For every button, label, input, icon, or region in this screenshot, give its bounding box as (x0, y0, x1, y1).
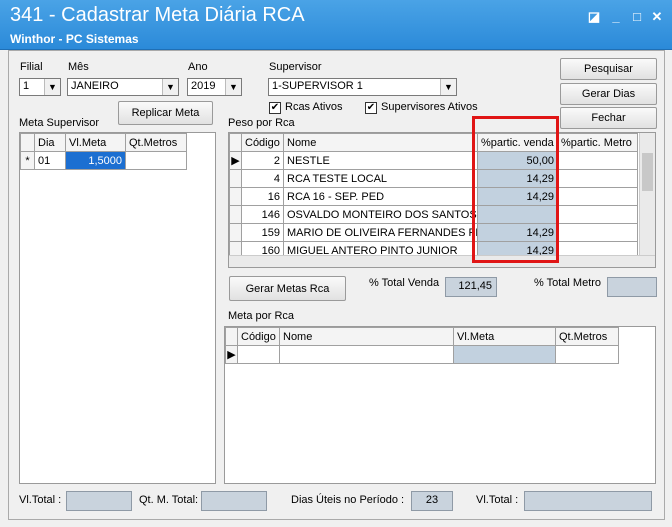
peso-por-rca-grid[interactable]: Código Nome %partic. venda %partic. Metr… (228, 132, 656, 268)
table-row[interactable]: 16 RCA 16 - SEP. PED 14,29 (229, 187, 638, 206)
table-row[interactable]: 4 RCA TESTE LOCAL 14,29 (229, 169, 638, 188)
ano-select[interactable]: 2019 ▼ (187, 78, 242, 96)
cell-partic-metro[interactable] (557, 151, 638, 170)
window-title: 341 - Cadastrar Meta Diária RCA (10, 4, 305, 26)
filial-select[interactable]: 1 ▼ (19, 78, 61, 96)
row-marker: * (20, 151, 35, 170)
cell-codigo[interactable]: 16 (241, 187, 284, 206)
mes-label: Mês (68, 61, 89, 73)
table-row[interactable]: ▶ 2 NESTLE 50,00 (229, 151, 638, 170)
cell-qt-metros[interactable] (125, 151, 187, 170)
qt-m-total-label: Qt. M. Total: (139, 494, 199, 506)
col-header-qt-metros[interactable]: Qt.Metros (125, 133, 187, 152)
cell-codigo[interactable] (237, 345, 280, 364)
cell-codigo[interactable]: 146 (241, 205, 284, 224)
replicar-meta-button[interactable]: Replicar Meta (118, 101, 213, 125)
pesquisar-button[interactable]: Pesquisar (560, 58, 657, 80)
supervisores-ativos-label: Supervisores Ativos (381, 101, 478, 113)
cell-dia[interactable]: 01 (34, 151, 66, 170)
col-header-codigo[interactable]: Código (241, 133, 284, 152)
col-header-partic-metro[interactable]: %partic. Metro (557, 133, 638, 152)
meta-supervisor-grid[interactable]: Dia Vl.Meta Qt.Metros * 01 1,5000 (19, 132, 216, 484)
dias-uteis-label: Dias Úteis no Período : (291, 494, 405, 506)
col-header-vl-meta[interactable]: Vl.Meta (453, 327, 556, 346)
grid-corner (229, 133, 242, 152)
col-header-vl-meta[interactable]: Vl.Meta (65, 133, 126, 152)
gerar-metas-rca-button[interactable]: Gerar Metas Rca (229, 276, 346, 301)
total-venda-field: 121,45 (445, 277, 497, 297)
total-venda-label: % Total Venda (369, 277, 440, 289)
vl-total2-label: Vl.Total : (476, 494, 519, 506)
vl-total-label: Vl.Total : (19, 494, 62, 506)
cell-codigo[interactable]: 159 (241, 223, 284, 242)
vl-total2-field (524, 491, 652, 511)
supervisor-select[interactable]: 1-SUPERVISOR 1 ▼ (268, 78, 457, 96)
meta-por-rca-title: Meta por Rca (228, 310, 295, 322)
row-pointer-icon: ▶ (229, 151, 242, 170)
col-header-nome[interactable]: Nome (283, 133, 478, 152)
supervisores-ativos-checkbox[interactable]: ✔ (365, 102, 377, 114)
highlight-box (472, 116, 559, 263)
mes-select[interactable]: JANEIRO ▼ (67, 78, 179, 96)
col-header-dia[interactable]: Dia (34, 133, 66, 152)
cell-nome[interactable] (279, 345, 454, 364)
filial-label: Filial (20, 61, 43, 73)
table-row[interactable]: 146 OSVALDO MONTEIRO DOS SANTOS (229, 205, 638, 224)
cell-codigo[interactable]: 2 (241, 151, 284, 170)
cell-vl-meta[interactable]: 1,5000 (65, 151, 126, 170)
dias-uteis-field: 23 (411, 491, 453, 511)
scroll-thumb[interactable] (642, 153, 653, 191)
supervisor-value: 1-SUPERVISOR 1 (272, 80, 363, 92)
table-row[interactable]: 159 MARIO DE OLIVEIRA FERNANDES FILHO 14… (229, 223, 638, 242)
restore-icon[interactable]: ◪ (587, 10, 601, 24)
chevron-down-icon[interactable]: ▼ (225, 79, 241, 95)
chevron-down-icon[interactable]: ▼ (440, 79, 456, 95)
chevron-down-icon[interactable]: ▼ (44, 79, 60, 95)
cell-nome[interactable]: RCA 16 - SEP. PED (283, 187, 478, 206)
grid-corner (225, 327, 238, 346)
close-icon[interactable]: ✕ (650, 10, 664, 24)
filial-value: 1 (23, 80, 30, 92)
cell-vl-meta[interactable] (453, 345, 556, 364)
cell-nome[interactable]: OSVALDO MONTEIRO DOS SANTOS (283, 205, 478, 224)
supervisor-label: Supervisor (269, 61, 322, 73)
minimize-icon[interactable]: _ (609, 10, 623, 24)
cell-partic-metro[interactable] (557, 187, 638, 206)
mes-value: JANEIRO (71, 80, 119, 92)
grid-corner (20, 133, 35, 152)
peso-por-rca-title: Peso por Rca (228, 117, 295, 129)
cell-nome[interactable]: RCA TESTE LOCAL (283, 169, 478, 188)
title-bar: 341 - Cadastrar Meta Diária RCA Winthor … (0, 0, 672, 50)
meta-por-rca-grid[interactable]: Código Nome Vl.Meta Qt.Metros ▶ (224, 326, 656, 484)
table-row[interactable]: * 01 1,5000 (20, 151, 187, 170)
qt-m-total-field (201, 491, 267, 511)
meta-supervisor-title: Meta Supervisor (19, 117, 100, 129)
cell-codigo[interactable]: 4 (241, 169, 284, 188)
cell-nome[interactable]: NESTLE (283, 151, 478, 170)
cell-qt-metros[interactable] (555, 345, 619, 364)
ano-label: Ano (188, 61, 208, 73)
cell-partic-metro[interactable] (557, 169, 638, 188)
cell-partic-metro[interactable] (557, 205, 638, 224)
cell-partic-metro[interactable] (557, 223, 638, 242)
total-metro-label: % Total Metro (534, 277, 602, 289)
fechar-button[interactable]: Fechar (560, 107, 657, 129)
horizontal-scrollbar[interactable] (229, 255, 655, 267)
total-metro-field (607, 277, 657, 297)
maximize-icon[interactable]: □ (630, 10, 644, 24)
vertical-scrollbar[interactable] (639, 133, 655, 255)
cell-nome[interactable]: MARIO DE OLIVEIRA FERNANDES FILHO (283, 223, 478, 242)
row-pointer-icon: ▶ (225, 345, 238, 364)
chevron-down-icon[interactable]: ▼ (162, 79, 178, 95)
ano-value: 2019 (191, 80, 216, 92)
table-row[interactable]: ▶ (225, 345, 619, 364)
rcas-ativos-label: Rcas Ativos (285, 101, 343, 113)
rcas-ativos-checkbox[interactable]: ✔ (269, 102, 281, 114)
window-subtitle: Winthor - PC Sistemas (10, 32, 139, 46)
vl-total-field (66, 491, 132, 511)
gerar-dias-button[interactable]: Gerar Dias (560, 83, 657, 105)
col-header-codigo[interactable]: Código (237, 327, 280, 346)
col-header-nome[interactable]: Nome (279, 327, 454, 346)
col-header-qt-metros[interactable]: Qt.Metros (555, 327, 619, 346)
